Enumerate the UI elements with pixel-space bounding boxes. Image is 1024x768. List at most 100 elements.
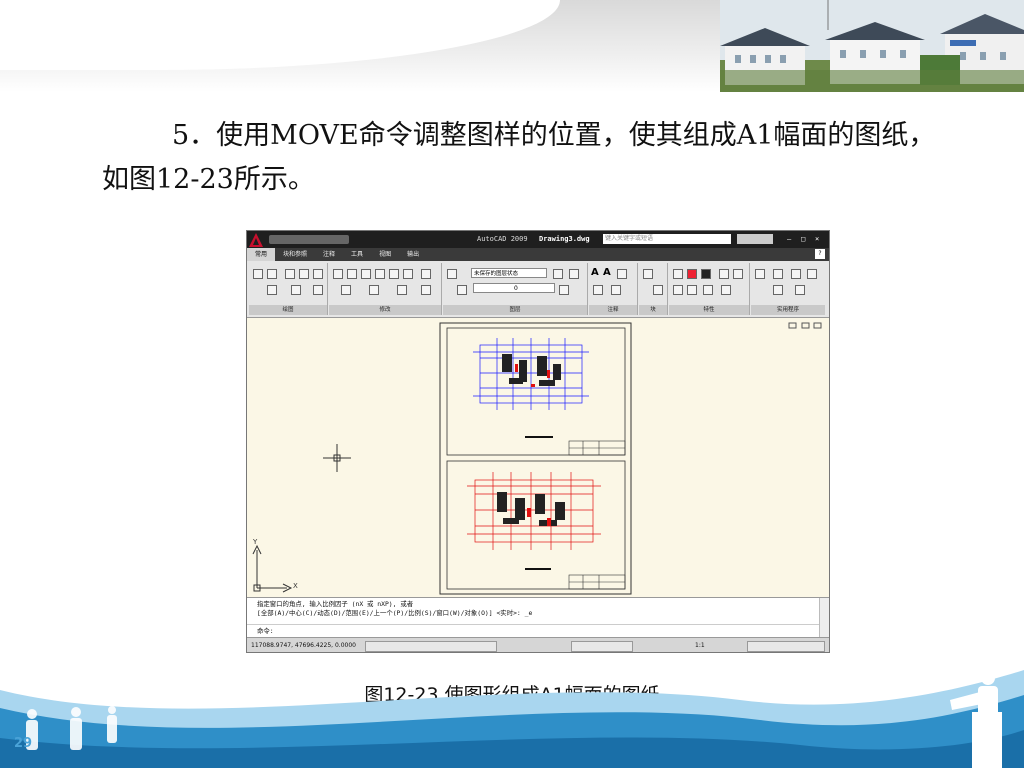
layer-state-select[interactable]: 未保存的图层状态 xyxy=(471,268,547,278)
annotation-scale[interactable]: 1:1 xyxy=(695,638,705,652)
ucs-icon xyxy=(252,544,293,593)
list-icon[interactable] xyxy=(673,285,683,295)
array-icon[interactable] xyxy=(421,269,431,279)
pan-icon[interactable] xyxy=(773,269,783,279)
tab-tools[interactable]: 工具 xyxy=(343,248,371,261)
dimension-icon[interactable] xyxy=(617,269,627,279)
copy-icon[interactable] xyxy=(375,269,385,279)
scale-icon[interactable] xyxy=(421,285,431,295)
polyline-icon[interactable] xyxy=(267,269,277,279)
top-plan-title-bar xyxy=(525,436,553,438)
lineweight-icon[interactable] xyxy=(719,269,729,279)
panel-utilities-label[interactable]: 实用程序 xyxy=(751,305,825,315)
measure-icon[interactable] xyxy=(791,269,801,279)
circle-icon[interactable] xyxy=(267,285,277,295)
footer-wave xyxy=(0,670,1024,768)
layer-tool-icon[interactable] xyxy=(553,269,563,279)
table-icon[interactable] xyxy=(593,285,603,295)
move-icon[interactable] xyxy=(333,269,343,279)
tab-blocks[interactable]: 块和参照 xyxy=(275,248,315,261)
layer-icon[interactable] xyxy=(457,285,467,295)
help-search-input[interactable]: 键入关键字或短语 xyxy=(603,234,731,244)
ribbon: 绘图 修改 未保存的图层状态 0 图层 A A 注释 块 特性 实用程序 xyxy=(247,261,829,318)
help-icon[interactable]: ? xyxy=(815,249,825,259)
id-point-icon[interactable] xyxy=(795,285,805,295)
drawing-sheet-border xyxy=(439,322,632,595)
app-title: AutoCAD 2009 xyxy=(477,235,528,243)
layer-match-icon[interactable] xyxy=(559,285,569,295)
ucs-x-label: X xyxy=(293,582,298,590)
mirror-icon[interactable] xyxy=(389,269,399,279)
color-icon[interactable] xyxy=(687,269,697,279)
minimize-button[interactable]: – xyxy=(787,231,791,248)
rotate-icon[interactable] xyxy=(347,269,357,279)
tab-view[interactable]: 视图 xyxy=(371,248,399,261)
multiline-text-icon[interactable]: A xyxy=(591,267,599,278)
autocad-screenshot: AutoCAD 2009 Drawing3.dwg 键入关键字或短语 – □ ×… xyxy=(246,230,830,653)
command-window[interactable]: 指定窗口的角点, 输入比例因子 (nX 或 nXP), 或者 [全部(A)/中心… xyxy=(247,597,829,638)
erase-icon[interactable] xyxy=(341,285,351,295)
ucs-y-label: Y xyxy=(253,538,258,546)
rectangle-icon[interactable] xyxy=(313,269,323,279)
explode-icon[interactable] xyxy=(369,285,379,295)
match-properties-icon[interactable] xyxy=(673,269,683,279)
insert-block-icon[interactable] xyxy=(643,269,653,279)
layer-properties-icon[interactable] xyxy=(447,269,457,279)
line-icon[interactable] xyxy=(253,269,263,279)
drafting-toggle-buttons[interactable] xyxy=(365,641,497,652)
trim-icon[interactable] xyxy=(361,269,371,279)
command-prompt[interactable]: 命令: xyxy=(257,626,274,635)
workspace-buttons[interactable] xyxy=(747,641,825,652)
viewport-controls xyxy=(788,322,822,329)
tab-annotate[interactable]: 注释 xyxy=(315,248,343,261)
drawing-area xyxy=(252,322,822,595)
ribbon-tabs: 常用 块和参照 注释 工具 视图 输出 ? xyxy=(247,248,829,261)
panel-properties: 特性 xyxy=(669,263,750,315)
zoom-icon[interactable] xyxy=(755,269,765,279)
hatch-icon[interactable] xyxy=(313,285,323,295)
quick-select-icon[interactable] xyxy=(807,269,817,279)
command-history-line-1: 指定窗口的角点, 输入比例因子 (nX 或 nXP), 或者 xyxy=(257,600,414,608)
close-button[interactable]: × xyxy=(815,231,819,248)
tab-output[interactable]: 输出 xyxy=(399,248,427,261)
panel-annotation-label[interactable]: 注释 xyxy=(589,305,637,315)
plot-style-icon[interactable] xyxy=(703,285,713,295)
polygon-icon[interactable] xyxy=(299,269,309,279)
fillet-icon[interactable] xyxy=(403,269,413,279)
coordinate-display: 117088.9747, 47696.4225, 0.0000 xyxy=(251,642,356,649)
title-bar: AutoCAD 2009 Drawing3.dwg 键入关键字或短语 – □ × xyxy=(247,231,829,248)
command-scrollbar[interactable] xyxy=(819,598,829,638)
quick-access-toolbar[interactable] xyxy=(269,235,349,244)
status-bar: 117088.9747, 47696.4225, 0.0000 1:1 xyxy=(247,637,829,652)
calculator-icon[interactable] xyxy=(773,285,783,295)
arc-icon[interactable] xyxy=(285,269,295,279)
create-block-icon[interactable] xyxy=(653,285,663,295)
panel-properties-label[interactable]: 特性 xyxy=(669,305,749,315)
page-number: 29 xyxy=(14,736,33,751)
tab-home[interactable]: 常用 xyxy=(247,248,276,261)
crosshair-cursor xyxy=(323,444,351,472)
bottom-plan-title-bar xyxy=(525,568,551,570)
linetype-icon[interactable] xyxy=(733,269,743,279)
panel-layers-label[interactable]: 图层 xyxy=(443,305,587,315)
stretch-icon[interactable] xyxy=(397,285,407,295)
layer-walk-icon[interactable] xyxy=(569,269,579,279)
ellipse-icon[interactable] xyxy=(291,285,301,295)
drawing-canvas[interactable]: Y X xyxy=(247,318,829,597)
properties-icon[interactable] xyxy=(721,285,731,295)
current-layer-select[interactable]: 0 xyxy=(473,283,555,293)
panel-utilities: 实用程序 xyxy=(751,263,825,315)
bylayer-color-icon[interactable] xyxy=(701,269,711,279)
maximize-button[interactable]: □ xyxy=(801,231,805,248)
single-text-icon[interactable]: A xyxy=(603,267,611,278)
transparency-icon[interactable] xyxy=(687,285,697,295)
command-history-line-2: [全部(A)/中心(C)/动态(D)/范围(E)/上一个(P)/比例(S)/窗口… xyxy=(257,609,533,617)
autocad-logo-icon[interactable] xyxy=(249,233,263,247)
instruction-paragraph: 5．使用MOVE命令调整图样的位置，使其组成A1幅面的图纸，如图12-23所示。 xyxy=(102,120,936,195)
leader-icon[interactable] xyxy=(611,285,621,295)
layout-buttons[interactable] xyxy=(571,641,633,652)
panel-block-label[interactable]: 块 xyxy=(639,305,667,315)
info-center-buttons[interactable] xyxy=(737,234,773,244)
panel-draw-label[interactable]: 绘图 xyxy=(249,305,327,315)
panel-modify-label[interactable]: 修改 xyxy=(329,305,441,315)
